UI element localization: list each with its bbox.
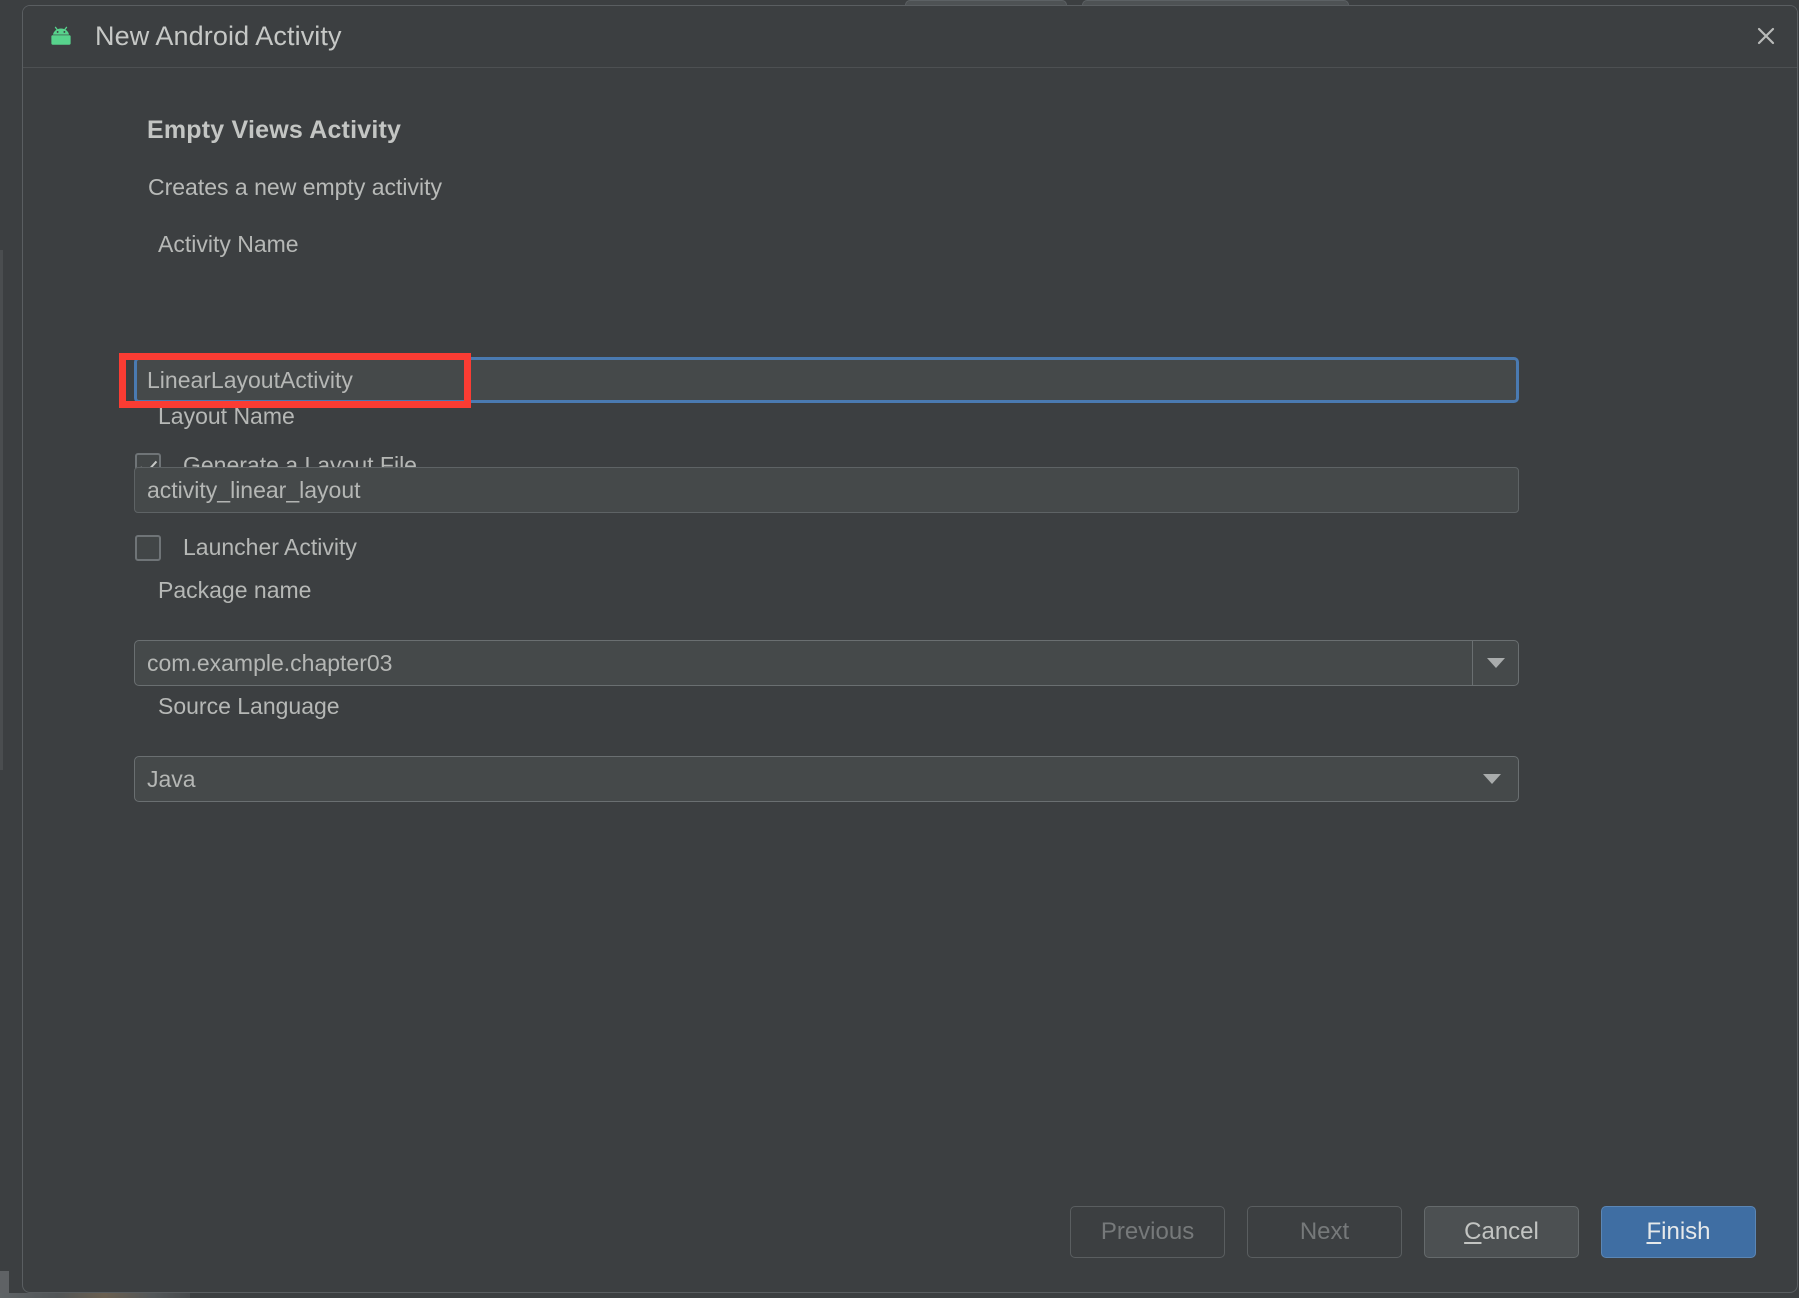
previous-button[interactable]: Previous xyxy=(1070,1206,1225,1258)
launcher-activity-checkbox[interactable]: Launcher Activity xyxy=(135,534,357,561)
template-description: Creates a new empty activity xyxy=(148,174,442,201)
next-button[interactable]: Next xyxy=(1247,1206,1402,1258)
android-robot-icon xyxy=(46,22,76,52)
background-scrollbar-remnant xyxy=(0,1271,9,1293)
cancel-label-rest: ancel xyxy=(1481,1218,1538,1246)
checkbox-box-unchecked xyxy=(135,535,161,561)
dialog-titlebar: New Android Activity xyxy=(23,6,1797,68)
chevron-down-icon[interactable] xyxy=(1466,757,1518,801)
source-language-label: Source Language xyxy=(158,693,340,720)
package-name-combobox[interactable]: com.example.chapter03 xyxy=(134,640,1519,686)
dialog-footer: Previous Next Cancel Finish xyxy=(23,1172,1797,1292)
cancel-mnemonic: C xyxy=(1464,1218,1481,1246)
layout-name-input[interactable]: activity_linear_layout xyxy=(134,467,1519,513)
background-statusbar-remnant xyxy=(0,1293,190,1298)
dialog-body: Empty Views Activity Creates a new empty… xyxy=(23,68,1797,1292)
source-language-combobox[interactable]: Java xyxy=(134,756,1519,802)
launcher-activity-label: Launcher Activity xyxy=(183,534,357,561)
activity-name-input[interactable]: LinearLayoutActivity xyxy=(134,357,1519,403)
chevron-down-icon[interactable] xyxy=(1472,641,1518,685)
cancel-button[interactable]: Cancel xyxy=(1424,1206,1579,1258)
finish-button[interactable]: Finish xyxy=(1601,1206,1756,1258)
finish-mnemonic: F xyxy=(1646,1218,1661,1246)
template-heading: Empty Views Activity xyxy=(147,116,401,145)
package-name-label: Package name xyxy=(158,577,311,604)
close-icon[interactable] xyxy=(1735,6,1797,66)
layout-name-label: Layout Name xyxy=(158,403,295,430)
dialog-title: New Android Activity xyxy=(95,21,342,52)
activity-name-label: Activity Name xyxy=(158,231,299,258)
source-language-value: Java xyxy=(135,766,1466,793)
new-android-activity-dialog: New Android Activity Empty Views Activit… xyxy=(22,5,1798,1293)
background-panel-edge xyxy=(0,250,3,770)
finish-label-rest: inish xyxy=(1661,1218,1710,1246)
package-name-value: com.example.chapter03 xyxy=(135,650,1472,677)
